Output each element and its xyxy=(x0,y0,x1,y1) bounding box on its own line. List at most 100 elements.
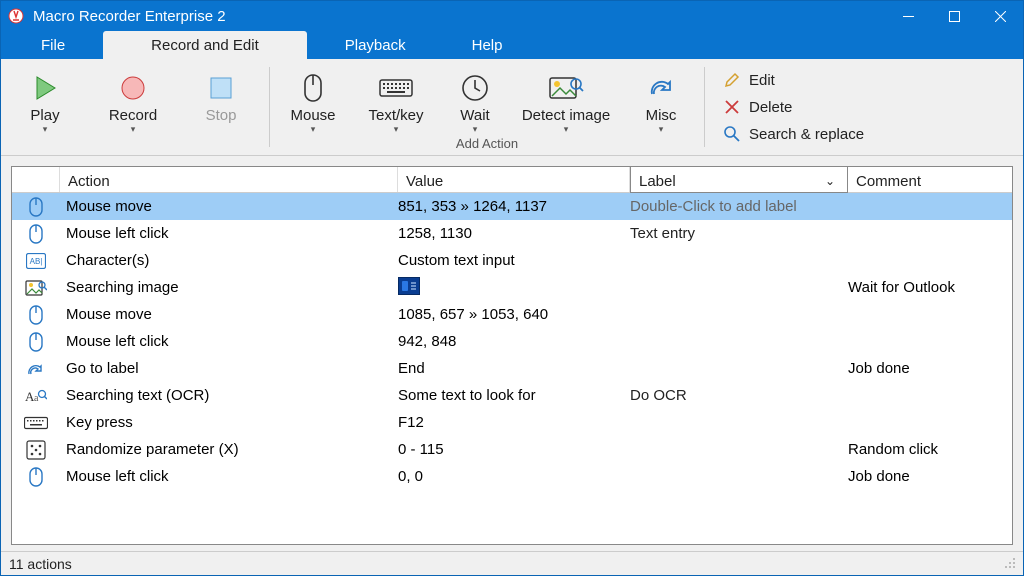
action-rows: Mouse move851, 353 » 1264, 1137Double-Cl… xyxy=(12,193,1012,544)
tab-file[interactable]: File xyxy=(3,31,103,59)
cell-label[interactable]: Do OCR xyxy=(630,387,848,404)
titlebar: Macro Recorder Enterprise 2 xyxy=(1,1,1023,31)
random-icon xyxy=(12,440,60,460)
cell-action: Mouse move xyxy=(60,198,398,215)
stop-button[interactable]: Stop xyxy=(177,65,265,136)
value-thumbnail-icon xyxy=(398,277,420,295)
ribbon-separator xyxy=(704,67,705,147)
pencil-icon xyxy=(723,72,741,88)
table-row[interactable]: Searching imageWait for Outlook xyxy=(12,274,1012,301)
cell-comment: Random click xyxy=(848,441,1012,458)
minimize-button[interactable] xyxy=(885,1,931,31)
cell-value: 0 - 115 xyxy=(398,441,630,458)
wait-button[interactable]: Wait ▾ xyxy=(440,65,510,136)
ribbon-side-panel: Edit Delete Search & replace xyxy=(709,59,876,155)
svg-text:AB|: AB| xyxy=(30,257,43,266)
maximize-icon xyxy=(949,11,960,22)
cell-value: 851, 353 » 1264, 1137 xyxy=(398,198,630,215)
clock-icon xyxy=(460,69,490,107)
chevron-down-icon: ▾ xyxy=(394,124,399,134)
table-row[interactable]: Go to labelEndJob done xyxy=(12,355,1012,382)
mouse-icon xyxy=(300,69,326,107)
chevron-down-icon: ▾ xyxy=(659,124,664,134)
column-icon[interactable] xyxy=(12,167,60,192)
cell-label[interactable]: Text entry xyxy=(630,225,848,242)
delete-icon xyxy=(723,100,741,114)
cell-action: Mouse left click xyxy=(60,333,398,350)
tab-help[interactable]: Help xyxy=(444,31,531,59)
action-list: Action Value Label ⌄ Comment Mouse move8… xyxy=(11,166,1013,545)
ribbon-separator xyxy=(269,67,270,147)
ribbon-group-add-action: Mouse ▾ Text/key ▾ Wait ▾ xyxy=(274,59,700,155)
cell-action: Randomize parameter (X) xyxy=(60,441,398,458)
table-row[interactable]: Mouse left click942, 848 xyxy=(12,328,1012,355)
close-button[interactable] xyxy=(977,1,1023,31)
record-button[interactable]: Record ▾ xyxy=(89,65,177,136)
table-row[interactable]: Key pressF12 xyxy=(12,409,1012,436)
chevron-down-icon: ▾ xyxy=(131,124,136,134)
detect-image-button[interactable]: Detect image ▾ xyxy=(510,65,622,136)
cell-value: F12 xyxy=(398,414,630,431)
table-row[interactable]: Mouse move851, 353 » 1264, 1137Double-Cl… xyxy=(12,193,1012,220)
chevron-down-icon: ▾ xyxy=(473,124,478,134)
table-row[interactable]: Mouse left click1258, 1130Text entry xyxy=(12,220,1012,247)
redo-icon xyxy=(646,69,676,107)
cell-value: 0, 0 xyxy=(398,468,630,485)
keyboard-icon xyxy=(379,69,413,107)
stop-icon xyxy=(209,69,233,107)
status-count: 11 actions xyxy=(9,556,72,572)
cell-action: Mouse left click xyxy=(60,468,398,485)
play-button[interactable]: Play ▾ xyxy=(1,65,89,136)
app-icon xyxy=(1,8,31,24)
cell-value: 1258, 1130 xyxy=(398,225,630,242)
search-replace-button[interactable]: Search & replace xyxy=(723,126,864,143)
column-action[interactable]: Action xyxy=(60,167,398,192)
delete-button[interactable]: Delete xyxy=(723,99,864,116)
mouse-icon xyxy=(12,467,60,487)
mouse-icon xyxy=(12,224,60,244)
mouse-icon xyxy=(12,197,60,217)
cell-value xyxy=(398,277,630,299)
tab-playback[interactable]: Playback xyxy=(307,31,444,59)
search-replace-label: Search & replace xyxy=(749,126,864,143)
edit-button[interactable]: Edit xyxy=(723,72,864,89)
cell-action: Go to label xyxy=(60,360,398,377)
cell-action: Mouse left click xyxy=(60,225,398,242)
resize-grip-icon[interactable] xyxy=(1005,558,1017,570)
keyboard-icon xyxy=(12,415,60,431)
table-row[interactable]: Mouse move1085, 657 » 1053, 640 xyxy=(12,301,1012,328)
menu-tabs: File Record and Edit Playback Help xyxy=(1,31,1023,59)
cell-action: Mouse move xyxy=(60,306,398,323)
column-headers: Action Value Label ⌄ Comment xyxy=(12,167,1012,193)
table-row[interactable]: AaSearching text (OCR)Some text to look … xyxy=(12,382,1012,409)
column-label-dropdown[interactable]: Label ⌄ xyxy=(630,166,848,193)
misc-button[interactable]: Misc ▾ xyxy=(622,65,700,136)
cell-value: Some text to look for xyxy=(398,387,630,404)
cell-value: Custom text input xyxy=(398,252,630,269)
cell-comment: Wait for Outlook xyxy=(848,279,1012,296)
column-comment[interactable]: Comment xyxy=(848,167,1012,192)
mouse-icon xyxy=(12,332,60,352)
cell-action: Key press xyxy=(60,414,398,431)
mouse-button[interactable]: Mouse ▾ xyxy=(274,65,352,136)
table-row[interactable]: Mouse left click0, 0Job done xyxy=(12,463,1012,490)
chevron-down-icon: ▾ xyxy=(564,124,569,134)
chevron-down-icon: ▾ xyxy=(311,124,316,134)
tab-record-and-edit[interactable]: Record and Edit xyxy=(103,31,307,59)
table-row[interactable]: Randomize parameter (X)0 - 115 Random cli… xyxy=(12,436,1012,463)
ribbon: Play ▾ Record ▾ Stop xyxy=(1,59,1023,156)
delete-label: Delete xyxy=(749,99,792,116)
table-row[interactable]: AB|Character(s)Custom text input xyxy=(12,247,1012,274)
play-icon xyxy=(31,69,59,107)
maximize-button[interactable] xyxy=(931,1,977,31)
image-search-icon xyxy=(548,69,584,107)
status-bar: 11 actions xyxy=(1,551,1023,575)
action-list-wrap: Action Value Label ⌄ Comment Mouse move8… xyxy=(1,156,1023,551)
textkey-button[interactable]: Text/key ▾ xyxy=(352,65,440,136)
cell-comment: Job done xyxy=(848,360,1012,377)
edit-label: Edit xyxy=(749,72,775,89)
image-icon xyxy=(12,279,60,297)
cell-label[interactable]: Double-Click to add label xyxy=(630,198,848,215)
column-value[interactable]: Value xyxy=(398,167,630,192)
group-caption-add-action: Add Action xyxy=(456,136,518,151)
